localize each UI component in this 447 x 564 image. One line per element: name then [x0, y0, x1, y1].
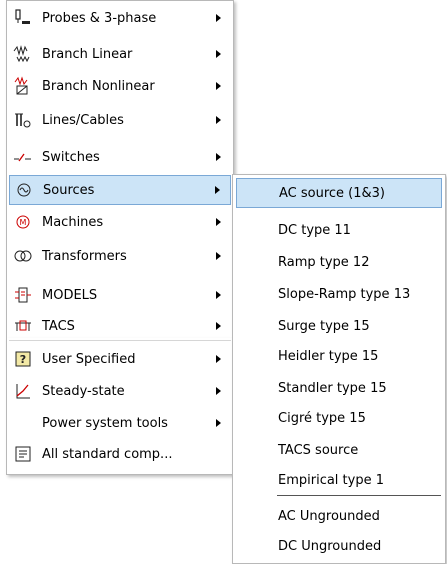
list-icon [12, 443, 34, 465]
submenu-item-tacs-source[interactable]: TACS source [236, 435, 442, 465]
submenu-item-label: Slope-Ramp type 13 [278, 286, 411, 302]
menu-item-user-specified[interactable]: ? User Specified [9, 344, 231, 374]
submenu-item-label: AC source (1&3) [279, 185, 385, 201]
submenu-item-dc-type-11[interactable]: DC type 11 [236, 215, 442, 245]
menu-item-label: Branch Linear [42, 46, 133, 62]
submenu-item-heidler-type-15[interactable]: Heidler type 15 [236, 341, 442, 371]
source-icon [13, 179, 35, 201]
main-menu-lower: ? User Specified Steady-state Power syst… [6, 338, 234, 475]
switch-icon [12, 146, 34, 168]
menu-item-lines-cables[interactable]: Lines/Cables [9, 105, 231, 135]
menu-item-label: Machines [42, 214, 104, 230]
submenu-separator [277, 495, 441, 496]
menu-item-machines[interactable]: M Machines [9, 207, 231, 237]
submenu-arrow-icon [216, 218, 221, 226]
submenu-arrow-icon [216, 116, 221, 124]
submenu-item-ac-ungrounded[interactable]: AC Ungrounded [236, 501, 442, 531]
svg-text:M: M [20, 218, 27, 227]
submenu-arrow-icon [216, 387, 221, 395]
transformer-icon [12, 245, 34, 267]
submenu-arrow-icon [216, 322, 221, 330]
menu-item-power-system-tools[interactable]: Power system tools [9, 408, 231, 438]
submenu-item-label: AC Ungrounded [278, 508, 380, 524]
probe-icon [12, 7, 34, 29]
user-specified-icon: ? [12, 348, 34, 370]
submenu-item-label: Ramp type 12 [278, 254, 370, 270]
svg-text:?: ? [20, 353, 26, 366]
menu-item-steady-state[interactable]: Steady-state [9, 376, 231, 406]
submenu-item-label: DC Ungrounded [278, 538, 382, 554]
steady-state-icon [12, 380, 34, 402]
menu-item-label: Branch Nonlinear [42, 78, 155, 94]
submenu-arrow-icon [216, 14, 221, 22]
menu-item-label: Steady-state [42, 383, 125, 399]
models-icon [12, 284, 34, 306]
submenu-arrow-icon [216, 50, 221, 58]
menu-item-probes[interactable]: Probes & 3-phase [9, 3, 231, 33]
menu-item-sources[interactable]: Sources [9, 175, 231, 205]
submenu-item-ramp-type-12[interactable]: Ramp type 12 [236, 247, 442, 277]
menu-item-branch-nonlinear[interactable]: Branch Nonlinear [9, 71, 231, 101]
submenu-item-label: Cigré type 15 [278, 410, 366, 426]
menu-item-label: Sources [43, 182, 95, 198]
submenu-item-label: Surge type 15 [278, 318, 370, 334]
submenu-item-surge-type-15[interactable]: Surge type 15 [236, 311, 442, 341]
menu-item-label: Switches [42, 149, 100, 165]
submenu-item-standler-type-15[interactable]: Standler type 15 [236, 373, 442, 403]
submenu-item-dc-ungrounded[interactable]: DC Ungrounded [236, 531, 442, 561]
main-menu: Probes & 3-phase Branch Linear Branch No… [6, 0, 234, 365]
submenu-item-label: TACS source [278, 442, 359, 458]
submenu-item-empirical-type-1[interactable]: Empirical type 1 [236, 465, 442, 495]
submenu-item-label: Empirical type 1 [278, 472, 384, 488]
menu-item-models[interactable]: MODELS [9, 280, 231, 310]
submenu-item-label: Heidler type 15 [278, 348, 379, 364]
menu-item-tacs[interactable]: TACS [9, 311, 231, 341]
menu-item-label: Lines/Cables [42, 112, 124, 128]
submenu-arrow-icon [216, 419, 221, 427]
menu-item-label: Power system tools [42, 415, 168, 431]
tacs-icon [12, 315, 34, 337]
submenu-item-label: DC type 11 [278, 222, 351, 238]
menu-item-label: Probes & 3-phase [42, 10, 157, 26]
menu-item-transformers[interactable]: Transformers [9, 241, 231, 271]
sources-submenu: AC source (1&3) DC type 11 Ramp type 12 … [232, 174, 446, 564]
menu-item-switches[interactable]: Switches [9, 142, 231, 172]
submenu-arrow-icon [216, 82, 221, 90]
menu-item-label: User Specified [42, 351, 136, 367]
submenu-item-cigre-type-15[interactable]: Cigré type 15 [236, 403, 442, 433]
machine-icon: M [12, 211, 34, 233]
submenu-arrow-icon [216, 291, 221, 299]
branch-nonlinear-icon [12, 75, 34, 97]
menu-item-label: TACS [42, 318, 75, 334]
menu-item-label: Transformers [42, 248, 127, 264]
menu-item-all-standard[interactable]: All standard comp... [9, 439, 231, 469]
submenu-item-slope-ramp-type-13[interactable]: Slope-Ramp type 13 [236, 279, 442, 309]
submenu-arrow-icon [216, 252, 221, 260]
menu-item-label: All standard comp... [42, 446, 173, 462]
branch-linear-icon [12, 43, 34, 65]
blank-icon [12, 412, 34, 434]
submenu-arrow-icon [215, 186, 220, 194]
submenu-arrow-icon [216, 153, 221, 161]
submenu-arrow-icon [216, 355, 221, 363]
menu-item-branch-linear[interactable]: Branch Linear [9, 39, 231, 69]
lines-cables-icon [12, 109, 34, 131]
menu-separator [9, 340, 231, 341]
submenu-item-ac-source[interactable]: AC source (1&3) [236, 178, 442, 208]
submenu-item-label: Standler type 15 [278, 380, 387, 396]
menu-item-label: MODELS [42, 287, 98, 303]
